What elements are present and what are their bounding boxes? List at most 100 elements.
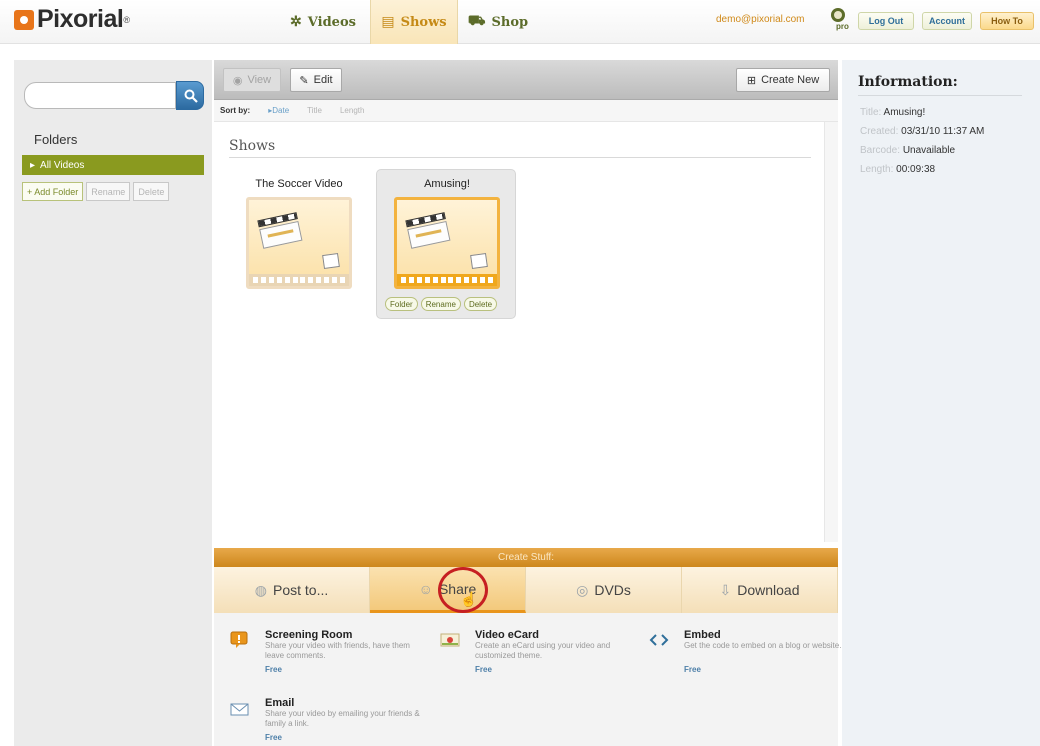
section-divider	[229, 157, 811, 158]
clapperboard-icon	[405, 212, 451, 250]
show-delete-button[interactable]: Delete	[463, 297, 498, 311]
logout-button[interactable]: Log Out	[858, 12, 914, 30]
nav-tab-label: Shows	[400, 14, 447, 30]
search-icon	[184, 89, 198, 103]
download-arrow-icon: ⇩	[719, 581, 732, 598]
pro-badge: pro	[836, 22, 849, 31]
information-title: Information:	[858, 74, 958, 90]
search-button[interactable]	[176, 81, 204, 110]
option-price: Free	[265, 733, 282, 742]
info-row-title: Title: Amusing!	[860, 107, 925, 118]
hand-cursor-icon: ☝	[460, 591, 478, 607]
folders-heading: Folders	[34, 132, 78, 147]
envelope-icon	[230, 703, 249, 716]
caret-right-icon: ▸	[30, 159, 36, 171]
info-row-barcode: Barcode: Unavailable	[860, 145, 955, 156]
tab-label: Download	[737, 582, 800, 598]
show-title: The Soccer Video	[255, 178, 343, 190]
option-title: Video eCard	[475, 629, 539, 641]
option-price: Free	[265, 665, 282, 674]
main-nav: ✲ Videos ▤ Shows ⛟ Shop	[276, 0, 538, 44]
option-description: Share your video with friends, have them…	[265, 641, 410, 660]
user-email-link[interactable]: demo@pixorial.com	[716, 14, 805, 25]
clapper-edit-icon: ✎	[299, 74, 309, 87]
folder-actions: + Add Folder Rename Delete	[22, 182, 170, 201]
tab-download[interactable]: ⇩ Download	[682, 567, 838, 613]
search-input[interactable]	[24, 82, 176, 109]
globe-icon: ◍	[254, 581, 267, 598]
delete-folder-button[interactable]: Delete	[133, 182, 170, 201]
logo-registered: ®	[123, 14, 130, 25]
how-to-button[interactable]: How To	[980, 12, 1034, 30]
rename-folder-button[interactable]: Rename	[86, 182, 131, 201]
sort-by-date[interactable]: ▸Date	[268, 106, 289, 115]
left-sidebar: Folders ▸ All Videos + Add Folder Rename…	[14, 60, 212, 746]
pro-user-icon[interactable]: pro	[828, 8, 849, 32]
create-new-button[interactable]: ⊞ Create New	[736, 68, 830, 92]
info-value: 03/31/10 11:37 AM	[901, 126, 985, 137]
sort-by-length[interactable]: Length	[340, 106, 364, 115]
film-strip	[397, 274, 497, 286]
pixorial-logo[interactable]: Pixorial ®	[14, 5, 130, 34]
show-folder-button[interactable]: Folder	[385, 297, 418, 311]
nav-tab-shop[interactable]: ⛟ Shop	[458, 0, 538, 44]
people-icon: ☺	[418, 580, 433, 597]
ecard-icon	[440, 633, 460, 647]
information-divider	[858, 95, 1022, 96]
info-value: Unavailable	[902, 145, 956, 156]
information-panel	[842, 60, 1040, 746]
clapper-icon: ▤	[381, 14, 395, 30]
edit-label: Edit	[313, 74, 333, 86]
reel-icon: ✲	[290, 14, 302, 30]
content-scrollbar[interactable]	[824, 122, 838, 542]
top-bar: Pixorial ® ✲ Videos ▤ Shows ⛟ Shop demo@…	[0, 0, 1040, 44]
option-description: Get the code to embed on a blog or websi…	[684, 641, 842, 650]
info-label: Title:	[860, 107, 882, 118]
logo-text: Pixorial	[37, 5, 124, 33]
tab-label: Post to...	[272, 582, 329, 598]
option-description: Create an eCard using your video and cus…	[475, 641, 611, 660]
embed-code-icon	[649, 634, 669, 646]
info-row-created: Created: 03/31/10 11:37 AM	[860, 126, 984, 137]
create-new-label: Create New	[761, 74, 820, 86]
tab-post-to[interactable]: ◍ Post to...	[214, 567, 370, 613]
logo-mark-icon	[14, 9, 34, 30]
option-price: Free	[684, 665, 701, 674]
option-price: Free	[475, 665, 492, 674]
folder-label: All Videos	[40, 159, 85, 171]
show-title: Amusing!	[424, 178, 470, 190]
mini-clapper-icon	[322, 252, 340, 270]
nav-tab-label: Videos	[307, 14, 356, 30]
nav-tab-videos[interactable]: ✲ Videos	[276, 0, 370, 44]
info-value: Amusing!	[883, 107, 926, 118]
show-card-soccer-video[interactable]: The Soccer Video	[229, 170, 369, 320]
shows-toolbar: ◉ View ✎ Edit ⊞ Create New	[214, 60, 838, 100]
create-tabs: ◍ Post to... ☺ Share ◎ DVDs ⇩ Download	[214, 567, 838, 613]
film-strip	[249, 274, 349, 286]
sort-by-title[interactable]: Title	[307, 106, 322, 115]
sort-label: Sort by:	[220, 106, 251, 115]
eye-icon: ◉	[232, 74, 243, 87]
info-value: 00:09:38	[896, 164, 936, 175]
show-rename-button[interactable]: Rename	[420, 297, 461, 311]
nav-tab-shows[interactable]: ▤ Shows	[370, 0, 458, 44]
view-button[interactable]: ◉ View	[223, 68, 281, 92]
account-button[interactable]: Account	[922, 12, 972, 30]
info-label: Length:	[860, 164, 894, 175]
edit-button[interactable]: ✎ Edit	[290, 68, 342, 92]
show-card-amusing[interactable]: Amusing! Folder Rename Delete	[376, 169, 516, 319]
show-thumbnail[interactable]	[246, 197, 352, 289]
cart-icon: ⛟	[467, 13, 486, 29]
sort-bar: Sort by: ▸Date Title Length	[214, 100, 838, 122]
nav-tab-label: Shop	[491, 14, 529, 30]
view-label: View	[247, 74, 272, 86]
folder-all-videos[interactable]: ▸ All Videos	[22, 155, 204, 175]
option-title: Email	[265, 697, 295, 709]
show-thumbnail[interactable]	[394, 197, 500, 289]
tab-dvds[interactable]: ◎ DVDs	[526, 567, 682, 613]
option-title: Screening Room	[265, 629, 353, 641]
add-folder-button[interactable]: + Add Folder	[22, 182, 84, 201]
disc-icon: ◎	[576, 581, 589, 598]
create-stuff-header: Create Stuff:	[214, 548, 838, 567]
info-label: Barcode:	[860, 145, 901, 156]
